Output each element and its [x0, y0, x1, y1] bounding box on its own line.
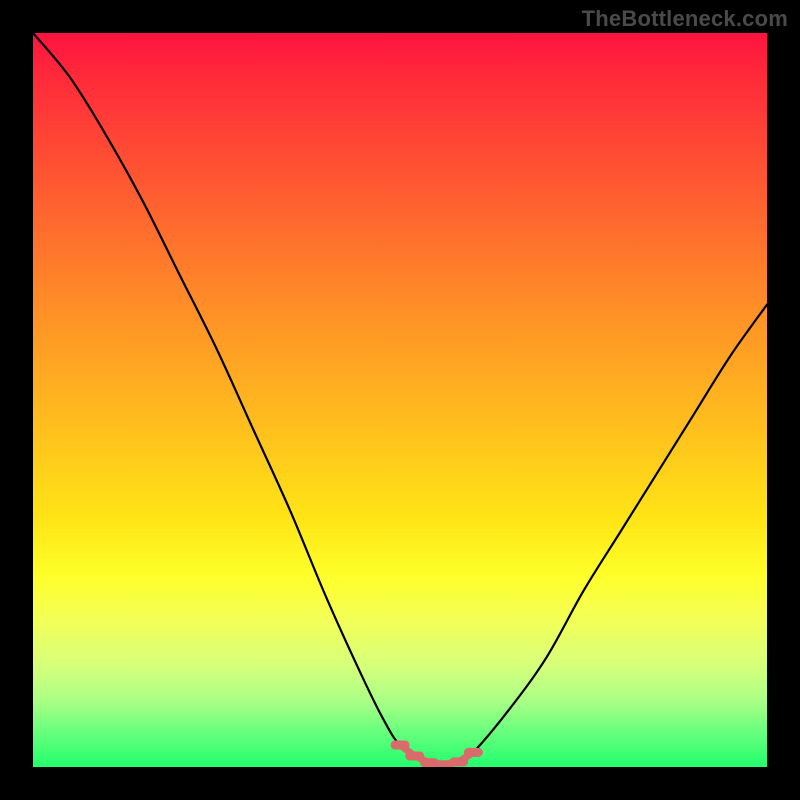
bottleneck-curve [33, 33, 767, 767]
chart-svg [33, 33, 767, 767]
trough-markers [395, 745, 478, 765]
plot-area [33, 33, 767, 767]
watermark-text: TheBottleneck.com [582, 6, 788, 32]
chart-frame: TheBottleneck.com [0, 0, 800, 800]
